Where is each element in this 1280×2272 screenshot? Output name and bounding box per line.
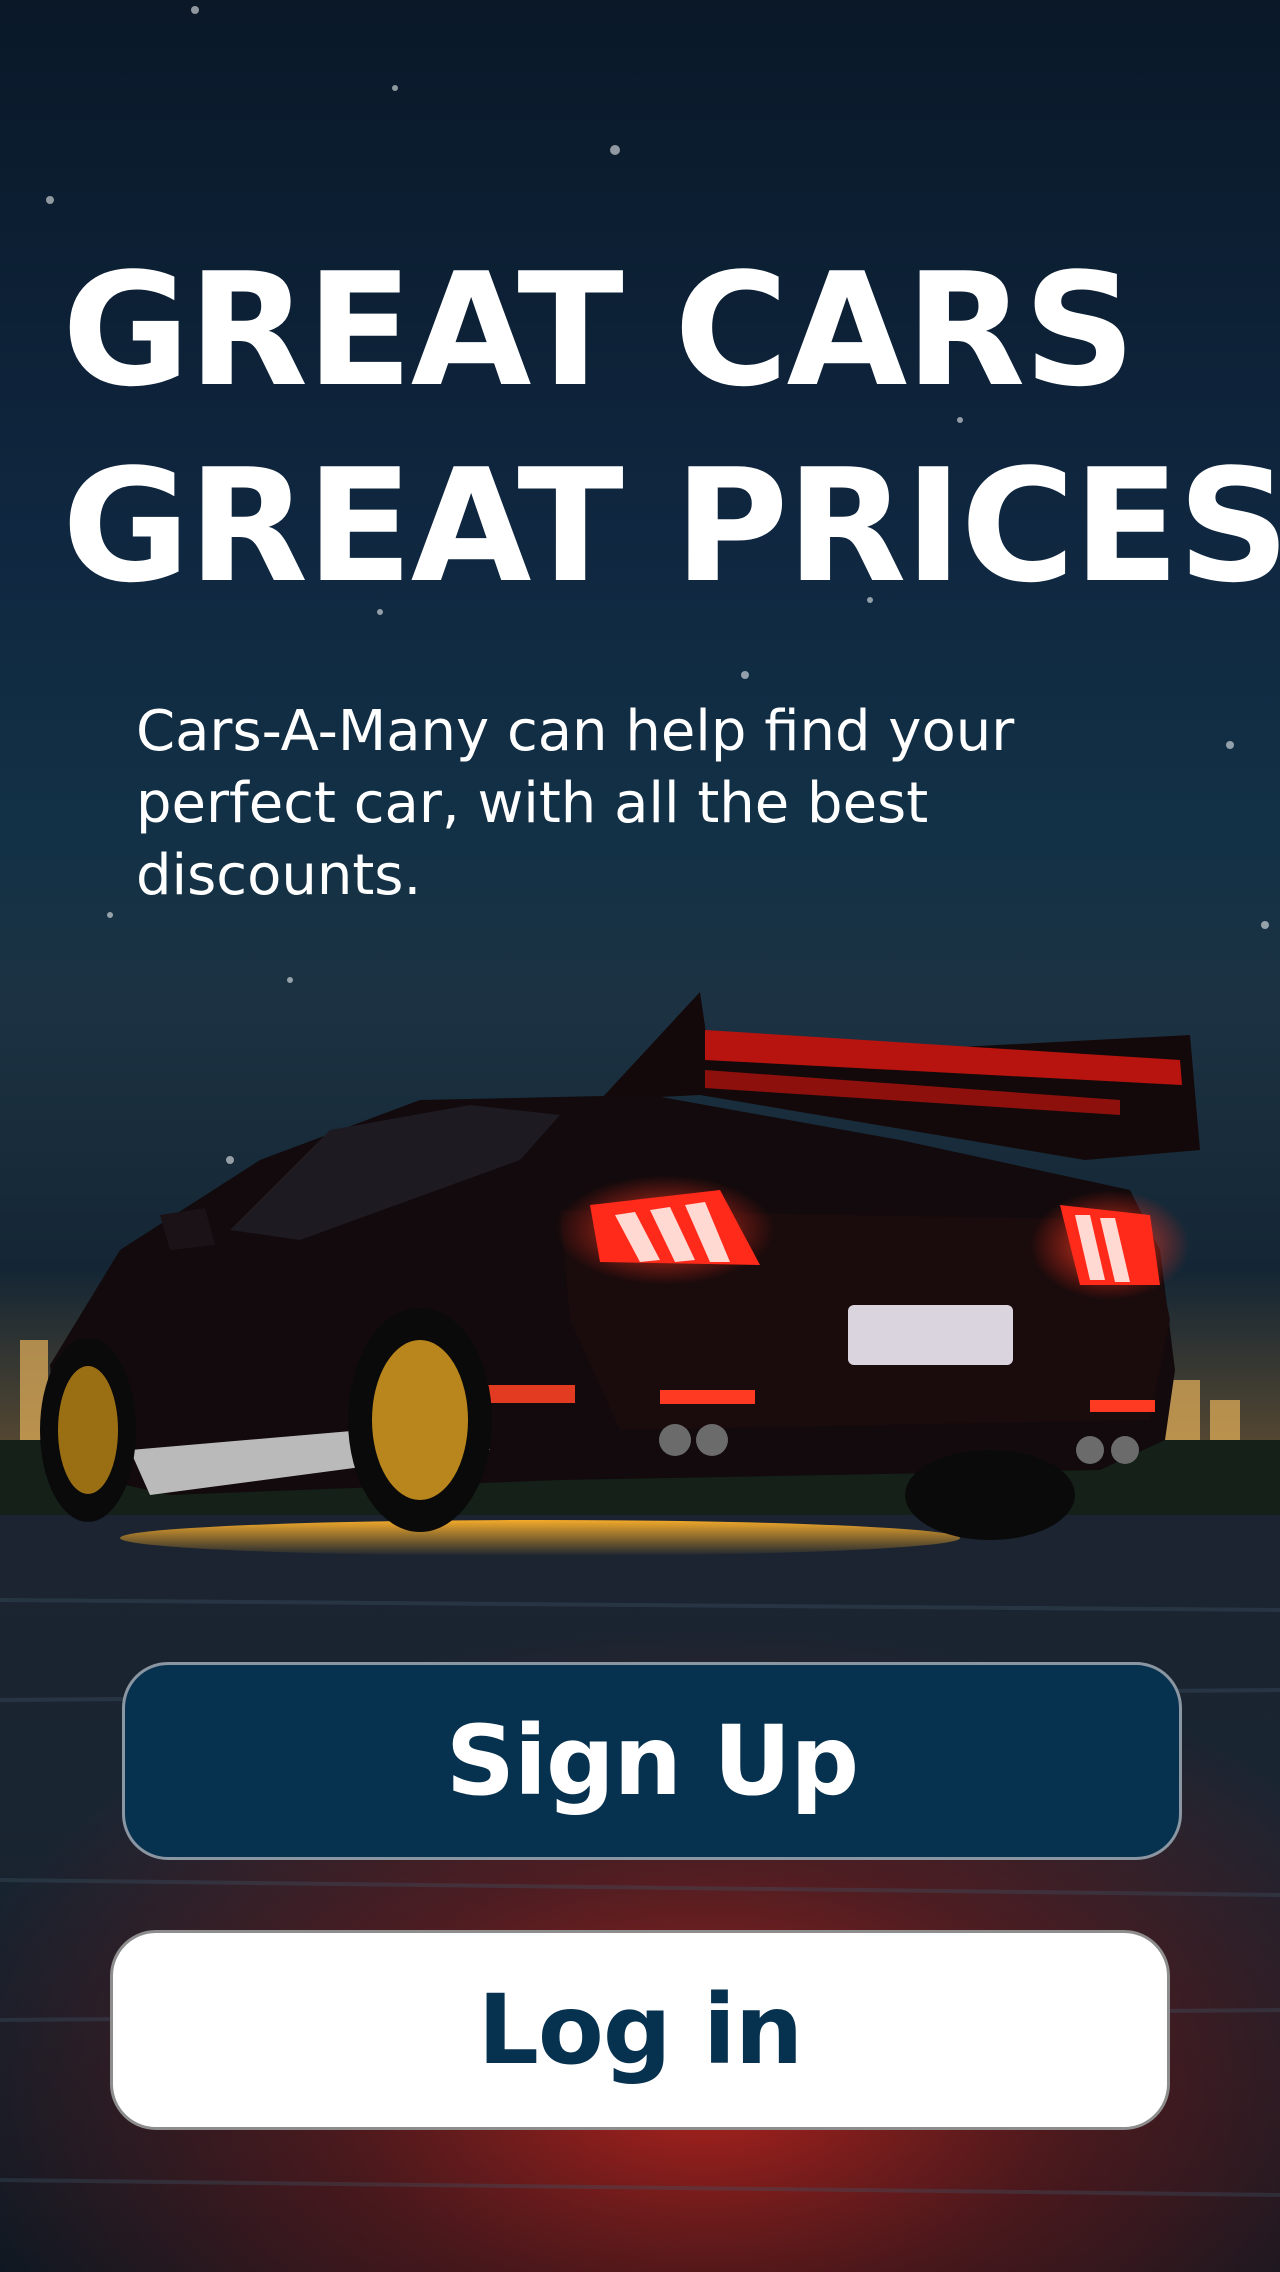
hero-headline: GREAT CARS GREAT PRICES (62, 232, 1280, 624)
headline-line-1: GREAT CARS (62, 239, 1136, 421)
headline-line-2: GREAT PRICES (62, 435, 1280, 617)
log-in-button[interactable]: Log in (110, 1930, 1170, 2130)
sign-up-button[interactable]: Sign Up (122, 1662, 1182, 1860)
log-in-label: Log in (477, 1974, 804, 2086)
sign-up-label: Sign Up (445, 1705, 859, 1817)
hero-subtitle: Cars-A-Many can help find your perfect c… (136, 699, 1015, 908)
